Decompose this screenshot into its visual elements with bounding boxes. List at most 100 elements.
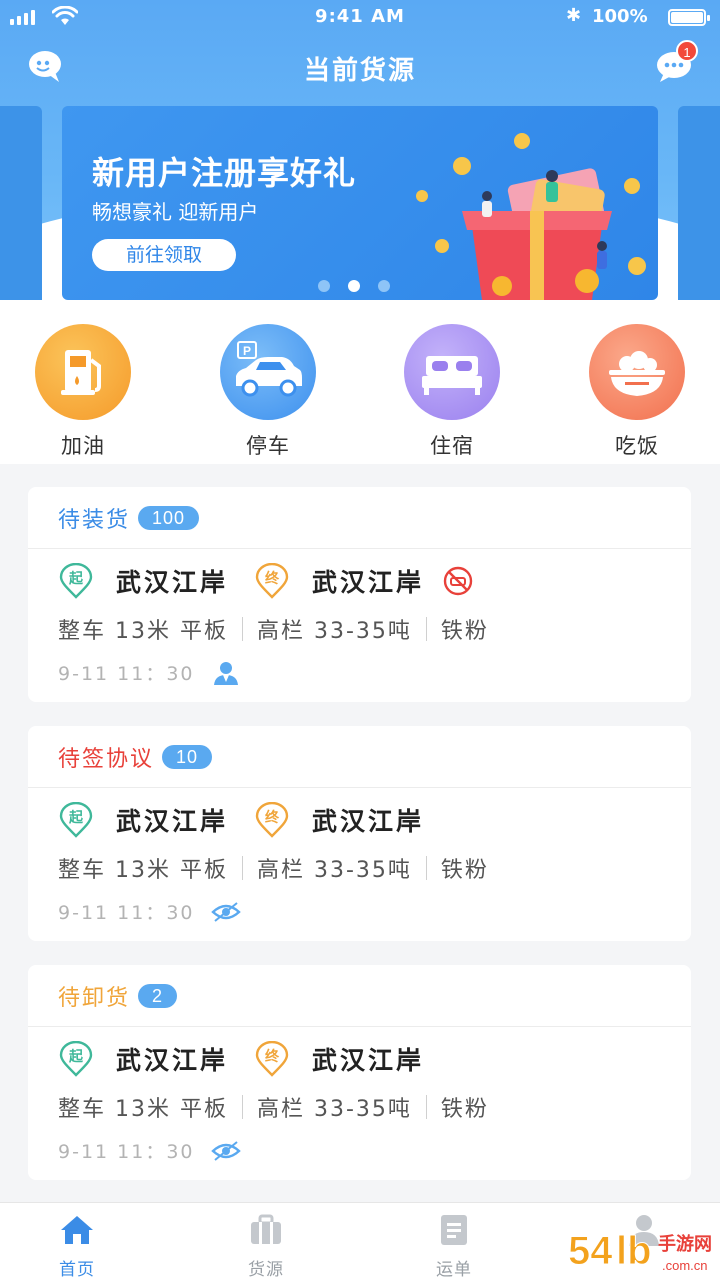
order-route: 起 武汉江岸 终 武汉江岸 xyxy=(58,1040,425,1077)
quick-action-label: 加油 xyxy=(61,434,105,458)
end-mark: 终 xyxy=(265,571,280,587)
header-hero: 9:41 AM ✱ 100% 当前货源 1 新用户注册享好礼 畅想豪礼 迎新用户… xyxy=(0,0,720,300)
quick-action-label: 吃饭 xyxy=(615,434,659,458)
tab-label: 首页 xyxy=(59,1260,95,1280)
gas-pump-icon xyxy=(35,324,131,420)
order-status: 待签协议 xyxy=(58,746,155,772)
banner-subtitle: 畅想豪礼 迎新用户 xyxy=(92,200,259,224)
food-bowl-icon xyxy=(589,324,685,420)
spec-vehicle: 整车 13米 平板 xyxy=(58,619,228,644)
cargo-icon xyxy=(251,1214,281,1244)
start-mark: 起 xyxy=(69,1049,83,1065)
parking-car-icon: P xyxy=(220,324,316,420)
eye-icon[interactable] xyxy=(210,1138,241,1164)
svg-text:手游网: 手游网 xyxy=(658,1233,712,1255)
start-pin-icon: 起 xyxy=(58,1040,94,1077)
end-city: 武汉江岸 xyxy=(312,1046,425,1075)
tab-label: 货源 xyxy=(248,1260,284,1280)
start-mark: 起 xyxy=(69,810,83,826)
banner-dot[interactable] xyxy=(378,280,390,292)
order-time: 9-11 11：30 xyxy=(58,902,195,924)
quick-action-lodging[interactable]: 住宿 xyxy=(392,324,512,460)
order-card[interactable]: 待签协议 10 起 武汉江岸 终 武汉江岸 整车 13米 平板 高栏 33-35… xyxy=(28,726,691,941)
order-time: 9-11 11：30 xyxy=(58,663,195,685)
no-vehicle-icon xyxy=(443,566,473,596)
spec-divider xyxy=(425,856,427,880)
banner-title: 新用户注册享好礼 xyxy=(92,154,357,192)
driver-icon xyxy=(213,661,238,685)
page-title: 当前货源 xyxy=(303,56,416,86)
order-card-header: 待签协议 10 xyxy=(28,726,691,788)
spec-divider xyxy=(425,617,427,641)
spec-capacity: 高栏 33-35吨 xyxy=(256,1097,412,1122)
bluetooth-icon: ✱ xyxy=(566,5,582,26)
message-badge: 1 xyxy=(676,40,698,62)
start-city: 武汉江岸 xyxy=(116,568,229,597)
waybill-icon xyxy=(441,1215,467,1245)
quick-action-refuel[interactable]: 加油 xyxy=(23,324,143,460)
site-watermark-logo: 54 lb 手游网 .com.cn xyxy=(568,1229,713,1274)
banner-next-peek[interactable] xyxy=(678,106,720,300)
spec-cargo: 铁粉 xyxy=(440,619,489,644)
spec-divider xyxy=(241,856,243,880)
start-pin-icon: 起 xyxy=(58,562,94,599)
battery-icon xyxy=(668,9,710,26)
order-card[interactable]: 待装货 100 起 武汉江岸 终 武汉江岸 整车 13米 平板 高栏 33-35… xyxy=(28,487,691,702)
banner-prev-peek[interactable] xyxy=(0,106,42,300)
end-city: 武汉江岸 xyxy=(312,807,425,836)
svg-text:54: 54 xyxy=(568,1229,613,1273)
tab-label: 运单 xyxy=(436,1260,472,1280)
end-mark: 终 xyxy=(265,810,280,826)
tab-waybill[interactable]: 运单 xyxy=(394,1213,514,1280)
svg-text:lb: lb xyxy=(616,1229,652,1273)
order-count-badge: 2 xyxy=(138,983,178,1008)
banner-claim-button[interactable]: 前往领取 xyxy=(92,239,236,271)
banner-dot-active[interactable] xyxy=(348,280,360,292)
eye-icon[interactable] xyxy=(210,899,241,925)
tab-cargo[interactable]: 货源 xyxy=(206,1213,326,1280)
order-card[interactable]: 待卸货 2 起 武汉江岸 终 武汉江岸 整车 13米 平板 高栏 33-35吨 … xyxy=(28,965,691,1180)
home-icon xyxy=(61,1216,93,1244)
order-card-header: 待装货 100 xyxy=(28,487,691,549)
order-meta: 9-11 11：30 xyxy=(58,1137,241,1164)
order-meta: 9-11 11：30 xyxy=(58,898,241,925)
quick-action-label: 住宿 xyxy=(430,434,474,458)
quick-action-label: 停车 xyxy=(246,434,290,458)
order-specs: 整车 13米 平板 高栏 33-35吨 铁粉 xyxy=(58,613,489,645)
promo-banner[interactable]: 新用户注册享好礼 畅想豪礼 迎新用户 前往领取 xyxy=(62,106,658,300)
quick-action-dining[interactable]: 吃饭 xyxy=(577,324,697,460)
order-card-header: 待卸货 2 xyxy=(28,965,691,1027)
spec-vehicle: 整车 13米 平板 xyxy=(58,1097,228,1122)
spec-cargo: 铁粉 xyxy=(440,1097,489,1122)
start-pin-icon: 起 xyxy=(58,801,94,838)
svg-text:.com.cn: .com.cn xyxy=(662,1258,708,1273)
spec-divider xyxy=(241,1095,243,1119)
order-count-badge: 10 xyxy=(162,744,213,769)
start-mark: 起 xyxy=(69,571,83,587)
end-city: 武汉江岸 xyxy=(312,568,425,597)
spec-vehicle: 整车 13米 平板 xyxy=(58,858,228,883)
order-specs: 整车 13米 平板 高栏 33-35吨 铁粉 xyxy=(58,852,489,884)
end-pin-icon: 终 xyxy=(254,1040,290,1077)
banner-dot[interactable] xyxy=(318,280,330,292)
end-mark: 终 xyxy=(265,1049,280,1065)
quick-actions: 加油 P 停车 住宿 吃饭 xyxy=(0,300,720,464)
order-route: 起 武汉江岸 终 武汉江岸 xyxy=(58,801,425,838)
order-status: 待装货 xyxy=(58,507,131,533)
end-pin-icon: 终 xyxy=(254,801,290,838)
banner-pagination xyxy=(318,280,390,292)
status-bar: 9:41 AM ✱ 100% xyxy=(0,0,720,34)
spec-cargo: 铁粉 xyxy=(440,858,489,883)
order-specs: 整车 13米 平板 高栏 33-35吨 铁粉 xyxy=(58,1091,489,1123)
quick-action-parking[interactable]: P 停车 xyxy=(208,324,328,460)
bed-icon xyxy=(404,324,500,420)
gift-box-illustration xyxy=(416,133,646,300)
start-city: 武汉江岸 xyxy=(116,1046,229,1075)
spec-capacity: 高栏 33-35吨 xyxy=(256,858,412,883)
order-count-badge: 100 xyxy=(138,505,200,530)
order-route: 起 武汉江岸 终 武汉江岸 xyxy=(58,562,474,599)
order-meta: 9-11 11：30 xyxy=(58,659,241,686)
start-city: 武汉江岸 xyxy=(116,807,229,836)
spec-capacity: 高栏 33-35吨 xyxy=(256,619,412,644)
tab-home[interactable]: 首页 xyxy=(17,1213,137,1280)
